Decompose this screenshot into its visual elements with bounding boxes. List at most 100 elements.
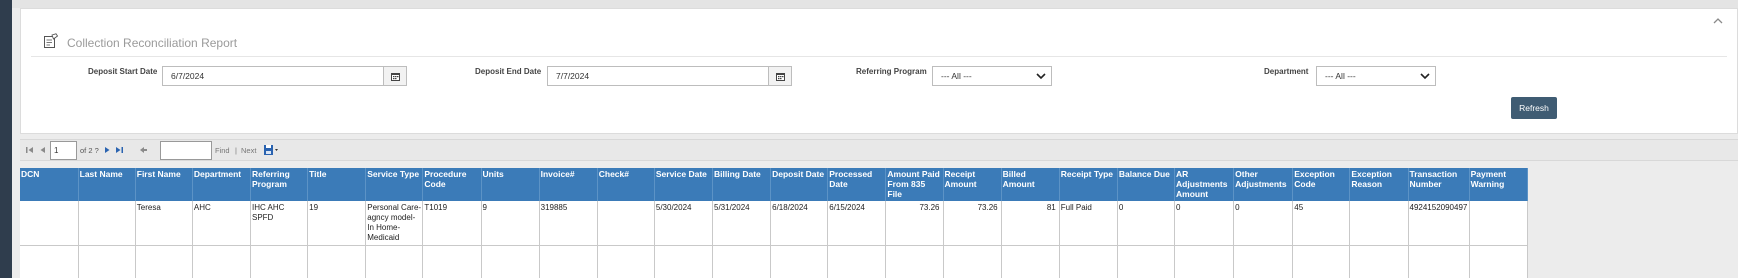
column-header[interactable]: Check# [597,168,655,201]
table-row[interactable]: Teresa AHC IHC AHC SPFD 19 Personal Care-agn… [20,201,1529,246]
column-header[interactable]: Receipt Type [1059,168,1118,201]
referring-program-label: Referring Program [856,67,927,76]
table-cell: 81 [1001,201,1060,246]
table-cell: T1019 [422,201,482,246]
referring-program-select[interactable]: --- All --- [932,66,1052,86]
page-number-input[interactable]: 1 [50,141,77,160]
report-grid: DCN Last Name First Name Department Referrin… [20,168,1529,278]
table-cell [539,245,598,278]
table-cell [250,245,309,278]
deposit-start-label: Deposit Start Date [88,67,158,76]
column-header[interactable]: Units [481,168,540,201]
deposit-end-calendar-button[interactable] [768,66,792,86]
table-cell [1469,245,1529,278]
page-count: of 2 ? [80,146,99,155]
column-header[interactable]: Payment Warning [1469,168,1529,201]
table-cell: 0 [1174,201,1235,246]
column-header[interactable]: Procedure Code [422,168,482,201]
table-cell [1469,201,1529,246]
column-header[interactable]: Balance Due [1117,168,1176,201]
column-header[interactable]: Invoice# [539,168,598,201]
find-input[interactable] [160,141,212,160]
collapse-chevron-icon[interactable] [1713,17,1723,25]
column-header[interactable]: Amount Paid From 835 File [885,168,944,201]
column-header[interactable]: First Name [135,168,193,201]
find-separator: | [235,146,237,155]
save-export-icon[interactable] [263,144,279,156]
column-header[interactable]: Exception Reason [1349,168,1409,201]
column-header[interactable]: Title [307,168,367,201]
column-header[interactable]: Exception Code [1292,168,1351,201]
column-header[interactable]: Referring Program [250,168,309,201]
table-cell: 0 [1117,201,1176,246]
table-row[interactable] [20,245,1529,278]
table-cell [307,245,367,278]
first-page-icon[interactable] [24,144,36,156]
next-link[interactable]: Next [241,146,256,155]
column-header[interactable]: Processed Date [827,168,887,201]
next-page-icon[interactable] [101,144,113,156]
column-header[interactable]: Deposit Date [770,168,829,201]
column-header[interactable]: Receipt Amount [943,168,1002,201]
table-cell: 73.26 [943,201,1002,246]
calendar-icon [391,73,400,81]
table-cell [597,201,655,246]
find-link[interactable]: Find [215,146,230,155]
table-cell: 6/15/2024 [827,201,887,246]
column-header[interactable]: Billing Date [712,168,772,201]
table-cell [1174,245,1235,278]
table-cell [135,245,193,278]
column-header[interactable]: Service Date [654,168,714,201]
left-nav-strip [0,0,12,278]
prev-page-icon[interactable] [37,144,49,156]
table-cell [422,245,482,278]
table-cell: Personal Care-agncy model-In Home-Medica… [365,201,424,246]
column-header[interactable]: Other Adjustments [1233,168,1294,201]
deposit-end-label: Deposit End Date [475,67,542,76]
reconciliation-table: DCN Last Name First Name Department Referrin… [20,168,1529,278]
refresh-button[interactable]: Refresh [1511,97,1557,119]
department-label: Department [1264,67,1309,76]
deposit-end-field[interactable]: 7/7/2024 [547,66,769,86]
table-cell [1292,245,1351,278]
table-cell: 19 [307,201,367,246]
deposit-start-calendar-button[interactable] [383,66,407,86]
table-cell [712,245,772,278]
table-cell [78,245,136,278]
back-icon[interactable] [137,144,149,156]
column-header[interactable]: Billed Amount [1001,168,1060,201]
table-cell [1059,245,1118,278]
column-header[interactable]: Service Type [365,168,424,201]
table-cell: 4924152090497 [1408,201,1470,246]
chevron-down-icon [1036,73,1046,80]
calendar-icon [776,73,785,81]
table-cell: 6/18/2024 [770,201,829,246]
column-header[interactable]: DCN [20,168,79,201]
department-select[interactable]: --- All --- [1316,66,1436,86]
last-page-icon[interactable] [113,144,125,156]
table-cell [1001,245,1060,278]
table-cell: 9 [481,201,540,246]
column-header[interactable]: Last Name [78,168,136,201]
table-cell [1349,245,1409,278]
title-divider [31,56,1727,57]
referring-program-value: --- All --- [941,71,972,81]
table-cell [20,201,79,246]
column-header[interactable]: Transaction Number [1408,168,1470,201]
table-cell [943,245,1002,278]
table-cell: 5/31/2024 [712,201,772,246]
table-cell [827,245,887,278]
table-cell [885,245,944,278]
table-cell [365,245,424,278]
deposit-start-field[interactable]: 6/7/2024 [162,66,384,86]
table-cell: Teresa [135,201,193,246]
department-value: --- All --- [1325,71,1356,81]
table-cell [78,201,136,246]
table-cell [770,245,829,278]
table-cell [597,245,655,278]
page-title: Collection Reconciliation Report [67,36,238,50]
table-cell: Full Paid [1059,201,1118,246]
column-header[interactable]: AR Adjustments Amount [1174,168,1235,201]
column-header[interactable]: Department [192,168,252,201]
report-edit-icon [44,33,59,48]
